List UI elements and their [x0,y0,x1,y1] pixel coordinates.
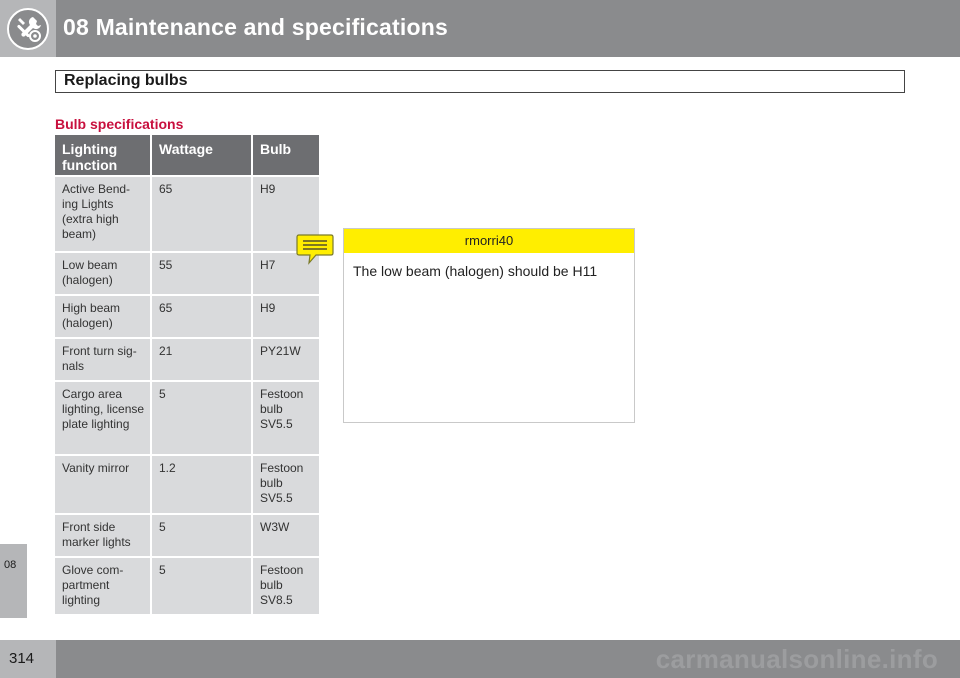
chapter-tab: 08 [0,544,27,618]
cell-wattage: 5 [152,382,253,454]
cell-wattage: 65 [152,177,253,251]
column-header-function: Lighting function [55,135,152,175]
cell-function: Cargo area lighting, license plate light… [55,382,152,454]
table-row: Front turn sig-nals 21 PY21W [55,339,319,382]
cell-bulb: Festoon bulb SV5.5 [260,387,304,431]
cell-wattage: 21 [152,339,253,380]
cell-function: Low beam (halogen) [55,253,152,294]
cell-wattage: 1.2 [152,456,253,513]
cell-wattage: 5 [152,558,253,614]
table-row: Vanity mirror 1.2 Festoon bulb SV5.5 [55,456,319,515]
cell-function: Front turn sig-nals [55,339,152,380]
cell-function: Glove com-partment lighting [55,558,152,614]
comment-author: rmorri40 [344,229,634,253]
cell-wattage: 5 [152,515,253,556]
page-number: 314 [9,650,35,667]
column-header-bulb: Bulb [260,141,292,157]
table-row: High beam (halogen) 65 H9 [55,296,319,339]
cell-bulb: PY21W [260,344,301,358]
table-row: Low beam (halogen) 55 H7 [55,253,319,296]
column-header-wattage: Wattage [152,135,253,175]
cell-wattage: 65 [152,296,253,337]
cell-wattage: 55 [152,253,253,294]
table-row: Active Bend-ing Lights (extra high beam)… [55,177,319,253]
watermark: carmanualsonline.info [655,644,938,674]
comment-text: The low beam (halogen) should be H11 [353,263,598,279]
cell-bulb: Festoon bulb SV5.5 [260,461,304,505]
comment-note-icon[interactable] [296,233,334,265]
cell-bulb: H9 [260,301,276,315]
cell-function: Front side marker lights [55,515,152,556]
section-bar: Replacing bulbs [55,70,905,93]
cell-function: Active Bend-ing Lights (extra high beam) [55,177,152,251]
table-header-row: Lighting function Wattage Bulb [55,135,319,177]
page-header: 08 Maintenance and specifications [0,0,960,57]
wrench-gear-icon [7,8,49,50]
section-title: Replacing bulbs [64,72,188,89]
chapter-title: 08 Maintenance and specifications [63,14,448,40]
footer-bar: carmanualsonline.info [56,640,960,678]
cell-bulb: W3W [260,520,290,534]
footer-page-box: 314 [0,640,56,678]
cell-function: Vanity mirror [55,456,152,513]
bulb-spec-table: Lighting function Wattage Bulb Active Be… [55,135,319,614]
table-row: Cargo area lighting, license plate light… [55,382,319,456]
table-row: Glove com-partment lighting 5 Festoon bu… [55,558,319,614]
comment-popup[interactable]: rmorri40 The low beam (halogen) should b… [343,228,635,423]
cell-function: High beam (halogen) [55,296,152,337]
cell-bulb: Festoon bulb SV8.5 [260,563,304,607]
table-heading: Bulb specifications [55,116,184,132]
table-row: Front side marker lights 5 W3W [55,515,319,558]
header-icon-box [0,0,56,57]
chapter-tab-label: 08 [4,559,17,571]
